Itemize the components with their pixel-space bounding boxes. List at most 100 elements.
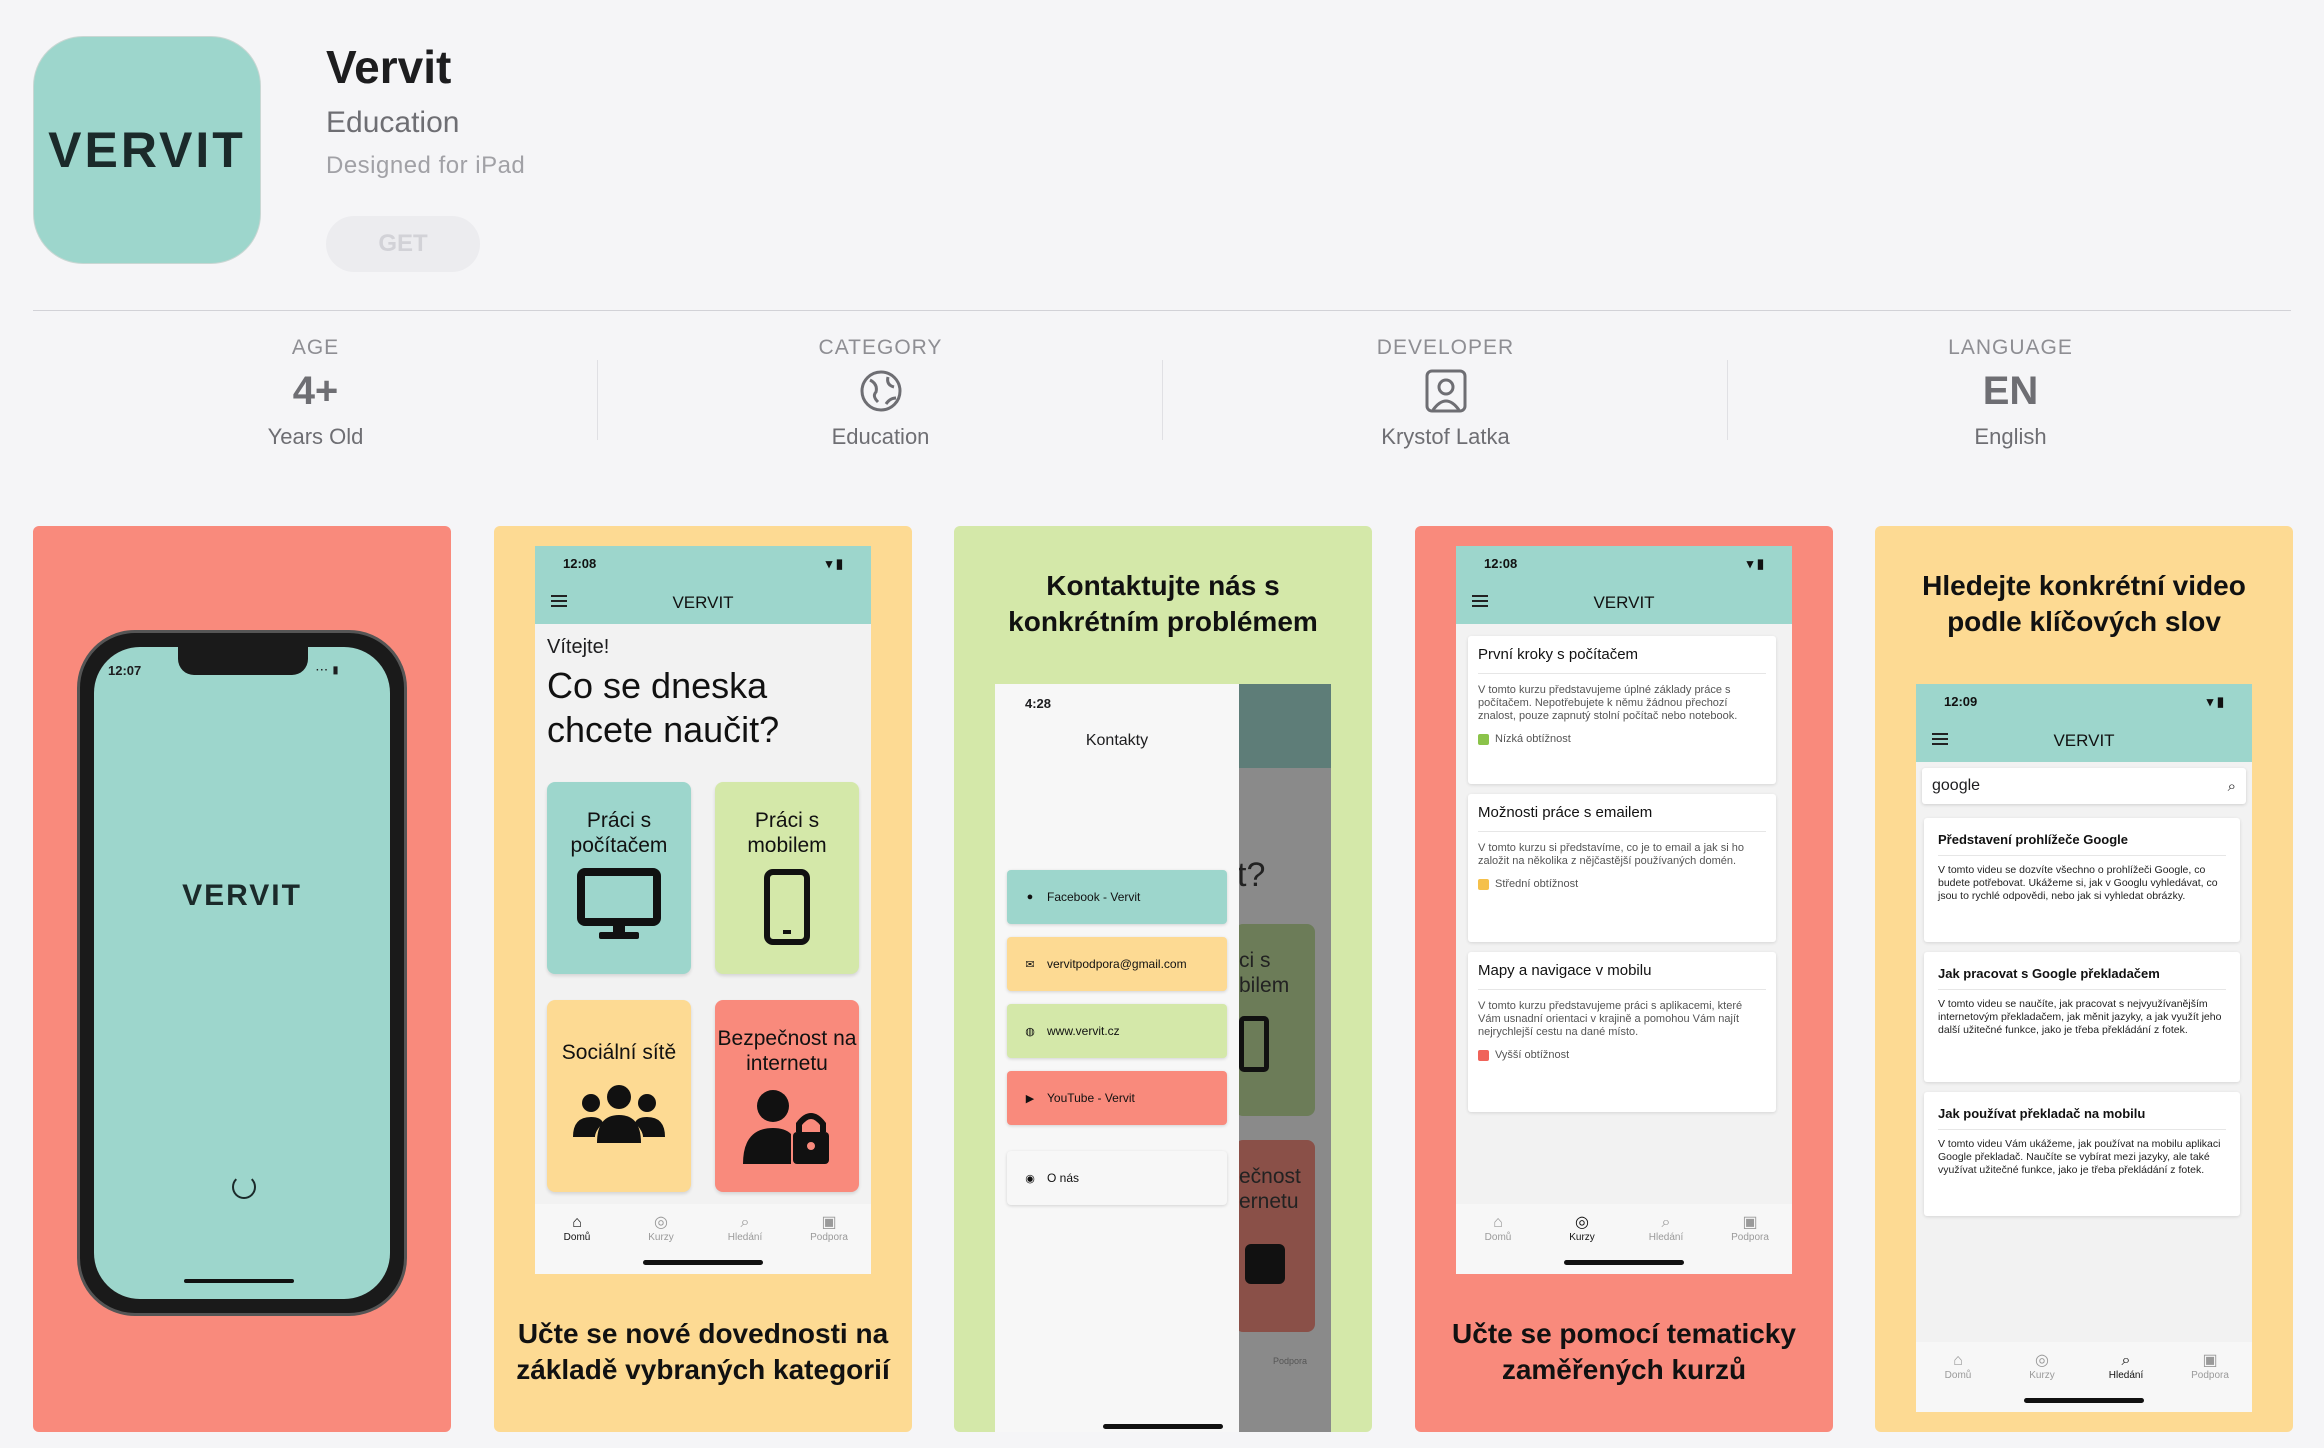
info-category-sub: Education — [831, 424, 930, 449]
tab-home[interactable]: ⌂ Domů — [1468, 1214, 1528, 1243]
drawer-title: Kontakty — [1085, 732, 1149, 749]
info-age-sub: Years Old — [267, 424, 364, 449]
caption-line-2: základě vybraných kategorií — [516, 1354, 890, 1385]
tab-support[interactable]: ▣ Podpora — [799, 1214, 859, 1243]
tab-label: Kurzy — [1569, 1232, 1595, 1243]
course-level: Nízká obtížnost — [1478, 733, 1766, 745]
tab-courses[interactable]: ◎ Kurzy — [1552, 1214, 1612, 1243]
tab-home[interactable]: ⌂ Domů — [547, 1214, 607, 1243]
search-icon[interactable]: ⌕ — [2228, 778, 2236, 795]
course-level-label: Střední obtížnost — [1495, 878, 1579, 890]
caption-line-2: zaměřených kurzů — [1501, 1354, 1747, 1385]
tab-search[interactable]: ⌕ Hledání — [715, 1214, 775, 1243]
contact-label: YouTube - Vervit — [1047, 1091, 1135, 1105]
status-icons: ··· ▮ — [316, 665, 340, 676]
caption-line-1: Hledejte konkrétní video — [1922, 570, 2246, 601]
category-tile-security[interactable]: Bezpečnost na internetu — [715, 1000, 859, 1192]
course-title: Možnosti práce s emailem — [1478, 804, 1766, 832]
header-divider — [33, 310, 2291, 311]
tab-label: Kurzy — [2029, 1370, 2055, 1381]
tab-label: Domů — [1484, 1232, 1512, 1243]
courses-icon: ◎ — [654, 1214, 668, 1231]
app-platform-note: Designed for iPad — [326, 152, 526, 179]
menu-icon[interactable] — [1932, 733, 1948, 745]
tab-support[interactable]: ▣ Podpora — [2180, 1352, 2240, 1381]
phone-screen: 12:08 ▾ ▮ VERVIT Vítejte! Co se dneska ch… — [535, 546, 871, 1274]
info-developer-label: DEVELOPER — [1376, 336, 1515, 359]
chat-icon: ▣ — [1742, 1214, 1758, 1231]
menu-icon[interactable] — [1472, 595, 1488, 607]
home-indicator — [184, 1279, 294, 1283]
caption-line-1: Učte se nové dovednosti na — [517, 1318, 889, 1349]
info-developer[interactable]: DEVELOPER Krystof Latka — [1163, 336, 1728, 450]
info-age-label: AGE — [291, 336, 340, 359]
tab-home[interactable]: ⌂ Domů — [1928, 1352, 1988, 1381]
status-time: 12:08 — [1484, 556, 1518, 571]
tab-courses[interactable]: ◎ Kurzy — [631, 1214, 691, 1243]
status-icons: ▾ ▮ — [2206, 694, 2224, 709]
contact-email[interactable]: ✉ vervitpodpora@gmail.com — [1007, 937, 1227, 991]
screenshot-4[interactable]: 12:08 ▾ ▮ VERVIT První kroky s počítačem … — [1415, 526, 1833, 1432]
search-input[interactable]: google ⌕ — [1922, 768, 2246, 804]
nav-title: VERVIT — [672, 593, 734, 612]
tab-support[interactable]: ▣ Podpora — [1720, 1214, 1780, 1243]
tab-label: Podpora — [810, 1232, 848, 1243]
search-result[interactable]: Jak pracovat s Google překladačem V tomt… — [1924, 952, 2240, 1082]
tab-search[interactable]: ⌕ Hledání — [1636, 1214, 1696, 1243]
home-indicator — [643, 1260, 763, 1265]
search-result[interactable]: Představení prohlížeče Google V tomto vi… — [1924, 818, 2240, 942]
contacts-drawer: 4:28 Kontakty ● Facebook - Vervit ✉ vervit… — [995, 684, 1239, 1432]
get-button[interactable]: GET — [326, 216, 480, 272]
course-level: Vyšší obtížnost — [1478, 1049, 1766, 1061]
search-icon: ⌕ — [1661, 1214, 1671, 1231]
status-time: 4:28 — [1025, 696, 1052, 711]
phone-notch — [178, 647, 308, 675]
tab-courses[interactable]: ◎ Kurzy — [2012, 1352, 2072, 1381]
info-developer-sub: Krystof Latka — [1381, 424, 1510, 449]
contact-youtube[interactable]: ▶ YouTube - Vervit — [1007, 1071, 1227, 1125]
menu-icon[interactable] — [551, 595, 567, 607]
user-lock-icon — [743, 1090, 829, 1164]
course-card[interactable]: Možnosti práce s emailem V tomto kurzu s… — [1468, 794, 1776, 942]
screenshot-5[interactable]: Hledejte konkrétní video podle klíčových… — [1875, 526, 2293, 1432]
info-category-label: CATEGORY — [818, 336, 943, 359]
tab-label: Podpora — [1731, 1232, 1769, 1243]
nav-bar: VERVIT — [1456, 582, 1792, 624]
contact-about[interactable]: ◉ O nás — [1007, 1151, 1227, 1205]
courses-icon: ◎ — [1575, 1214, 1589, 1231]
course-card[interactable]: První kroky s počítačem V tomto kurzu př… — [1468, 636, 1776, 784]
contact-web[interactable]: ◍ www.vervit.cz — [1007, 1004, 1227, 1058]
tab-label: Kurzy — [648, 1232, 674, 1243]
app-icon: VERVIT — [33, 36, 261, 264]
status-time: 12:09 — [1944, 694, 1978, 709]
globe-icon: ◍ — [1025, 1025, 1035, 1038]
youtube-icon: ▶ — [1025, 1092, 1035, 1105]
home-indicator — [1564, 1260, 1684, 1265]
facebook-icon: ● — [1026, 891, 1034, 903]
result-title: Jak používat překladač na mobilu — [1938, 1106, 2226, 1130]
category-tile-label: Práci s mobilem — [747, 809, 827, 857]
category-tile-computer[interactable]: Práci s počítačem — [547, 782, 691, 974]
tab-label: Domů — [1944, 1370, 1972, 1381]
loading-spinner-icon — [232, 1175, 256, 1199]
dimmed-text: ci s bilem — [1239, 948, 1289, 998]
contact-facebook[interactable]: ● Facebook - Vervit — [1007, 870, 1227, 924]
screenshot-1[interactable]: 12:07 ··· ▮ VERVIT — [33, 526, 451, 1432]
search-result[interactable]: Jak používat překladač na mobilu V tomto… — [1924, 1092, 2240, 1216]
screenshot-2[interactable]: 12:08 ▾ ▮ VERVIT Vítejte! Co se dneska ch… — [494, 526, 912, 1432]
screenshot-3[interactable]: Kontaktujte nás s konkrétním problémem t… — [954, 526, 1372, 1432]
status-bar: 12:08 ▾ ▮ — [1456, 546, 1792, 582]
category-tile-mobile[interactable]: Práci s mobilem — [715, 782, 859, 974]
app-category-link[interactable]: Education — [326, 106, 459, 140]
info-category: CATEGORY Education — [598, 336, 1163, 450]
splash-brand: VERVIT — [182, 879, 302, 912]
category-tile-social[interactable]: Sociální sítě — [547, 1000, 691, 1192]
course-card[interactable]: Mapy a navigace v mobilu V tomto kurzu p… — [1468, 952, 1776, 1112]
user-circle-icon: ◉ — [1025, 1172, 1035, 1185]
welcome-text: Vítejte! — [547, 636, 610, 658]
tab-label: Hledání — [727, 1232, 763, 1243]
tab-search[interactable]: ⌕ Hledání — [2096, 1352, 2156, 1381]
phone-screen: 12:07 ··· ▮ VERVIT — [94, 647, 390, 1299]
screenshot-caption: Hledejte konkrétní video podle klíčových… — [1875, 568, 2293, 640]
caption-line-1: Učte se pomocí tematicky — [1452, 1318, 1796, 1349]
